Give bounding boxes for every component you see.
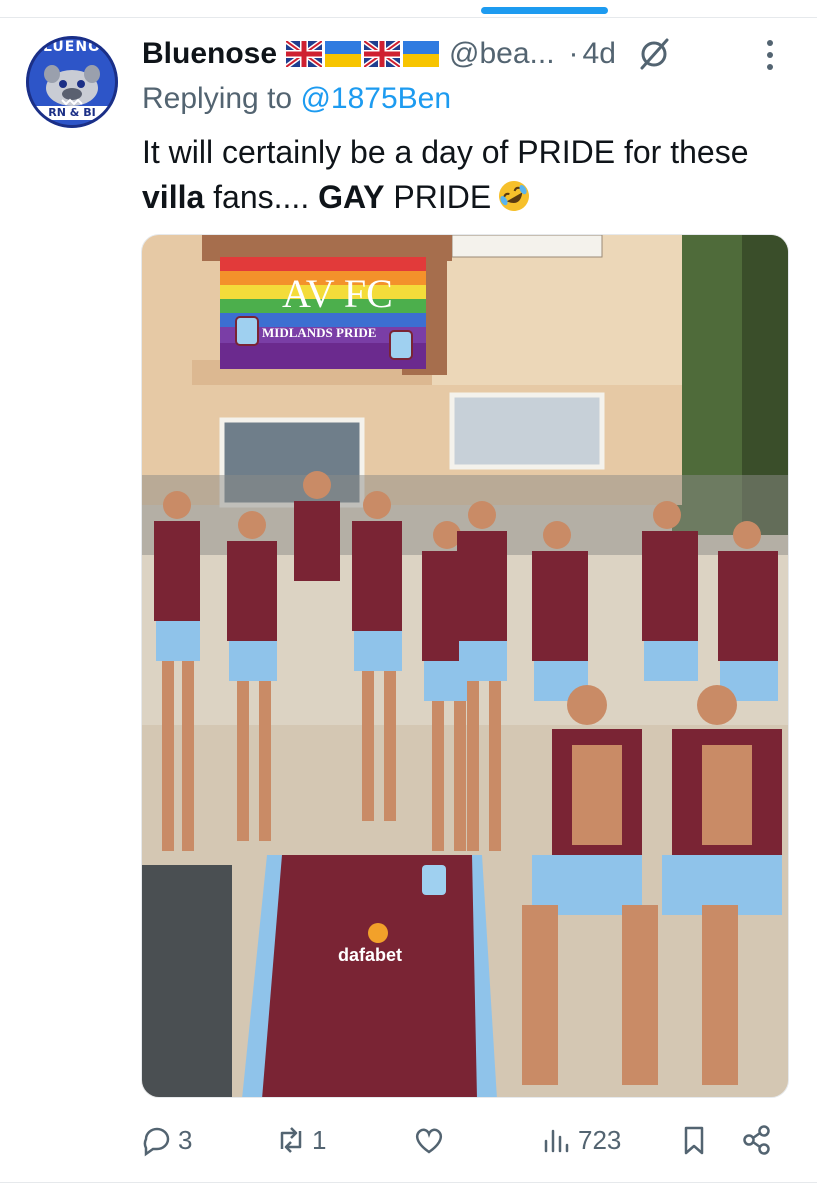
pride-banner: AV FC MIDLANDS PRIDE	[220, 257, 426, 369]
views-button[interactable]: 723	[540, 1118, 621, 1162]
bookmark-icon	[684, 1126, 704, 1155]
replying-to: Replying to @1875Ben	[142, 82, 451, 116]
pull-indicator	[481, 7, 608, 14]
like-button[interactable]	[412, 1118, 450, 1162]
retweet-count: 1	[312, 1124, 327, 1155]
ukraine-flag-icon	[403, 41, 440, 67]
separator-dot: ·	[568, 37, 579, 70]
union-jack-flag-icon	[286, 41, 323, 67]
divider	[0, 17, 817, 18]
heart-icon	[415, 1128, 443, 1154]
shirt-sponsor: dafabet	[338, 945, 402, 965]
retweet-button[interactable]: 1	[274, 1118, 326, 1162]
tweet-text: It will certainly be a day of PRIDE for …	[142, 130, 782, 220]
union-jack-flag-icon	[364, 41, 401, 67]
tweet-header: Bluenose @bea... · 4d	[142, 32, 802, 76]
reply-icon	[143, 1127, 170, 1157]
tweet-text-part: PRIDE	[384, 179, 492, 215]
ukraine-flag-icon	[325, 41, 362, 67]
display-name[interactable]: Bluenose	[142, 37, 277, 71]
more-options-icon[interactable]	[763, 38, 777, 72]
banner-title: AV FC	[282, 271, 393, 316]
bookmark-button[interactable]	[677, 1118, 711, 1162]
banner-subtitle: MIDLANDS PRIDE	[262, 325, 376, 340]
flag-emojis	[286, 41, 440, 67]
tweet-text-part: fans....	[204, 179, 319, 215]
tweet-photo[interactable]: AV FC MIDLANDS PRIDE dafabet	[141, 234, 789, 1098]
divider	[0, 1182, 817, 1183]
rolling-laughing-emoji-icon	[499, 181, 530, 211]
tweet-actions: 3 1 723	[140, 1118, 800, 1162]
reply-count: 3	[178, 1124, 193, 1155]
analytics-icon	[544, 1129, 569, 1153]
tweet-text-part: It will certainly be a day of PRIDE for …	[142, 134, 749, 170]
villa-shirt: dafabet	[242, 855, 497, 1097]
reply-prefix: Replying to	[142, 82, 301, 115]
tweet-text-bold: GAY	[318, 179, 385, 215]
retweet-icon	[280, 1127, 302, 1153]
photo-illustration: AV FC MIDLANDS PRIDE dafabet	[142, 235, 788, 1097]
avatar[interactable]: LUENO RN & BI	[26, 36, 118, 128]
timestamp[interactable]: 4d	[583, 37, 616, 71]
reply-button[interactable]: 3	[140, 1118, 192, 1162]
user-handle[interactable]: @bea...	[449, 37, 555, 71]
grok-icon[interactable]	[636, 36, 672, 72]
share-button[interactable]	[740, 1118, 774, 1162]
share-icon	[743, 1125, 770, 1155]
tweet-text-bold: villa	[142, 179, 205, 215]
view-count: 723	[578, 1124, 622, 1155]
reply-mention-link[interactable]: @1875Ben	[300, 82, 451, 115]
